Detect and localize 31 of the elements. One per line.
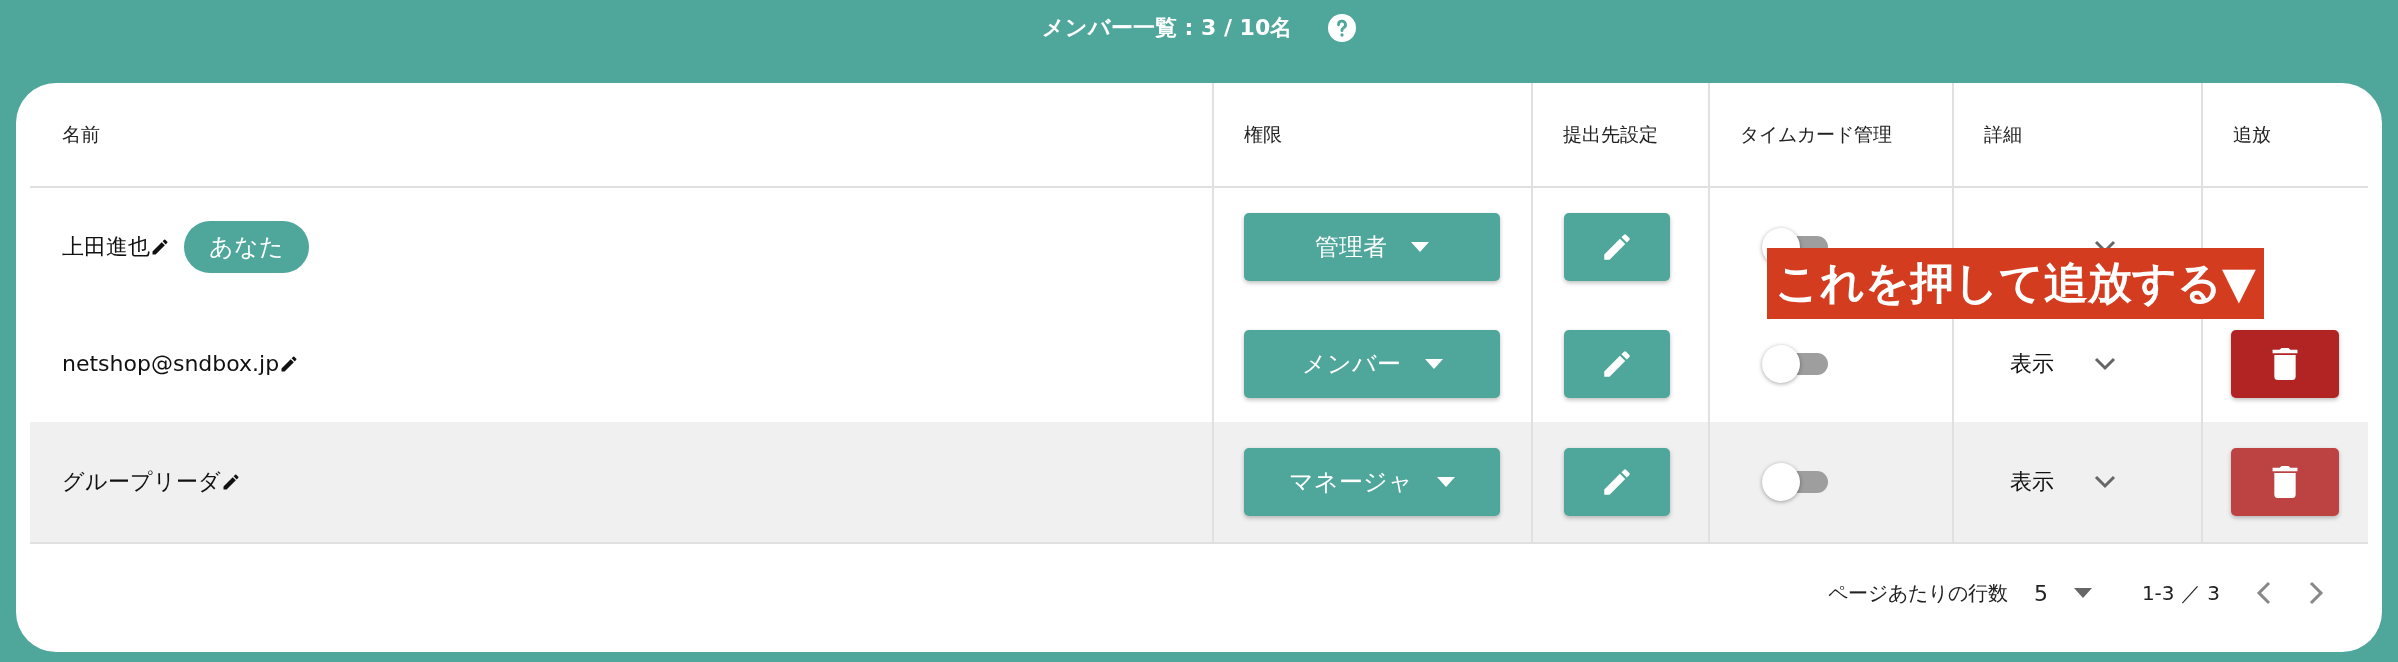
edit-button[interactable] [1564,329,1670,398]
detail-toggle[interactable]: 表示 [2010,348,2116,379]
delete-button[interactable] [2231,329,2339,398]
rows-per-page-label: ページあたりの行数 [1827,579,2008,607]
trash-icon [2272,347,2298,380]
next-page-button[interactable] [2308,580,2324,606]
caret-icon [1424,358,1443,369]
member-name: netshop@sndbox.jp [62,351,280,376]
pencil-icon[interactable] [221,472,241,492]
timecard-toggle[interactable] [1762,344,1828,383]
page-title: メンバー一覧 : 3 / 10名 [1041,13,1293,42]
help-icon[interactable] [1328,13,1357,42]
page-range: 1-3 ／ 3 [2141,579,2220,607]
edit-button[interactable] [1564,212,1670,281]
previous-page-button[interactable] [2256,580,2272,606]
you-badge: あなた [184,220,309,273]
pencil-icon[interactable] [150,236,170,257]
chevron-icon [2094,356,2116,371]
chevron-icon [2094,475,2116,489]
edit-button[interactable] [1564,448,1670,516]
detail-toggle[interactable]: 表示 [2010,467,2116,497]
caret-icon [2073,588,2092,598]
caret-icon [1411,241,1429,252]
caret-icon [1437,477,1455,487]
timecard-toggle[interactable] [1762,463,1828,501]
member-name: グループリーダ [62,468,221,496]
delete-button[interactable] [2231,448,2339,516]
trash-icon [2272,466,2298,498]
annotation-tooltip: これを押して追放する▼ [1767,248,2264,319]
rows-per-page-select[interactable]: 5 [2033,580,2092,606]
member-name: 上田進也 [62,232,150,261]
